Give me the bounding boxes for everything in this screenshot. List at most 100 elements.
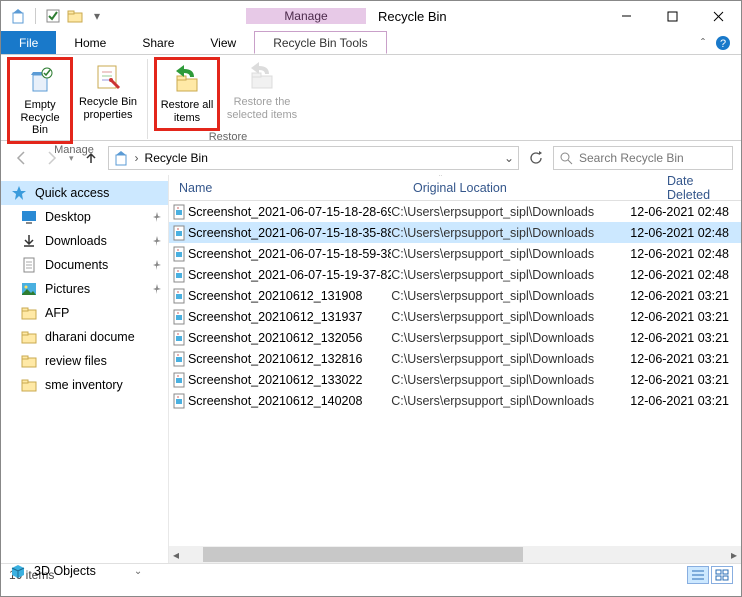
restore-all-items-button[interactable]: Restore all items	[154, 57, 220, 131]
sidebar-scroll-down-icon[interactable]: ⌄	[134, 566, 142, 577]
sidebar-item-pictures[interactable]: Pictures	[1, 277, 168, 301]
cell-date-deleted: 12-06-2021 02:48	[630, 268, 741, 282]
image-file-icon	[171, 351, 188, 367]
sidebar-item-sme-inventory[interactable]: sme inventory	[1, 373, 168, 397]
sidebar-item-label: dharani docume	[45, 330, 135, 344]
cell-date-deleted: 12-06-2021 02:48	[630, 226, 741, 240]
scrollbar-thumb[interactable]	[203, 547, 523, 562]
empty-recycle-bin-button[interactable]: Empty Recycle Bin	[7, 57, 73, 144]
image-file-icon	[171, 309, 188, 325]
sidebar-item-review-files[interactable]: review files	[1, 349, 168, 373]
pin-icon	[152, 284, 162, 294]
help-icon[interactable]: ?	[715, 35, 731, 51]
three-d-label: 3D Objects	[34, 564, 96, 578]
large-icons-view-button[interactable]	[711, 566, 733, 584]
horizontal-scrollbar[interactable]: ◂ ▸	[169, 546, 741, 563]
sort-indicator-icon: ˆ	[439, 175, 442, 183]
folder-icon	[21, 377, 37, 393]
image-file-icon	[171, 204, 188, 220]
scroll-right-icon[interactable]: ▸	[727, 548, 741, 562]
sidebar-item-label: AFP	[45, 306, 69, 320]
sidebar-item-3d-objects[interactable]: 3D Objects ⌄	[10, 563, 142, 579]
image-file-icon	[171, 246, 188, 262]
details-view-button[interactable]	[687, 566, 709, 584]
cell-name: Screenshot_2021-06-07-15-18-28-69	[188, 205, 391, 219]
tab-home[interactable]: Home	[56, 31, 124, 54]
qat-folder-icon[interactable]	[66, 7, 84, 25]
table-row[interactable]: Screenshot_20210612_133022C:\Users\erpsu…	[169, 369, 741, 390]
close-button[interactable]	[695, 1, 741, 31]
table-row[interactable]: Screenshot_20210612_132816C:\Users\erpsu…	[169, 348, 741, 369]
picture-icon	[21, 281, 37, 297]
breadcrumb-sep-icon[interactable]: ›	[135, 151, 139, 165]
cell-original-location: C:\Users\erpsupport_sipl\Downloads	[391, 310, 630, 324]
column-header-row[interactable]: Name ˆ Original Location Date Deleted	[169, 175, 741, 201]
restore-selected-icon	[246, 61, 278, 93]
cell-date-deleted: 12-06-2021 03:21	[630, 310, 741, 324]
folder-icon	[21, 305, 37, 321]
cell-original-location: C:\Users\erpsupport_sipl\Downloads	[391, 205, 630, 219]
nav-back-button[interactable]	[9, 145, 35, 171]
ribbon-collapse-icon[interactable]: ˆ	[701, 36, 705, 50]
navigation-pane[interactable]: Quick access Desktop Downloads DocumentsPi…	[1, 175, 169, 563]
maximize-button[interactable]	[649, 1, 695, 31]
empty-bin-label: Empty Recycle Bin	[12, 99, 68, 137]
sidebar-item-label: review files	[45, 354, 107, 368]
cell-name: Screenshot_2021-06-07-15-18-59-38	[188, 247, 391, 261]
desktop-icon	[21, 209, 37, 225]
sidebar-item-downloads[interactable]: Downloads	[1, 229, 168, 253]
image-file-icon	[171, 372, 188, 388]
nav-forward-button[interactable]	[39, 145, 65, 171]
search-input[interactable]: Search Recycle Bin	[553, 146, 733, 170]
cell-date-deleted: 12-06-2021 03:21	[630, 394, 741, 408]
cell-original-location: C:\Users\erpsupport_sipl\Downloads	[391, 247, 630, 261]
table-row[interactable]: Screenshot_20210612_140208C:\Users\erpsu…	[169, 390, 741, 411]
cell-original-location: C:\Users\erpsupport_sipl\Downloads	[391, 226, 630, 240]
table-row[interactable]: Screenshot_2021-06-07-15-19-37-82C:\User…	[169, 264, 741, 285]
table-row[interactable]: Screenshot_20210612_131908C:\Users\erpsu…	[169, 285, 741, 306]
file-list[interactable]: Screenshot_2021-06-07-15-18-28-69C:\User…	[169, 201, 741, 546]
table-row[interactable]: Screenshot_2021-06-07-15-18-59-38C:\User…	[169, 243, 741, 264]
address-bar[interactable]: › Recycle Bin ⌄	[108, 146, 519, 170]
refresh-button[interactable]	[523, 146, 549, 170]
nav-history-dropdown[interactable]: ▾	[69, 153, 74, 164]
recycle-bin-properties-button[interactable]: Recycle Bin properties	[75, 57, 141, 144]
sidebar-item-afp[interactable]: AFP	[1, 301, 168, 325]
sidebar-item-dharani-docume[interactable]: dharani docume	[1, 325, 168, 349]
breadcrumb[interactable]: Recycle Bin	[145, 151, 208, 165]
address-dropdown-icon[interactable]: ⌄	[504, 151, 514, 165]
window-title: Recycle Bin	[378, 9, 447, 24]
column-name[interactable]: Name	[169, 181, 403, 195]
cell-original-location: C:\Users\erpsupport_sipl\Downloads	[391, 289, 630, 303]
table-row[interactable]: Screenshot_2021-06-07-15-18-35-88C:\User…	[169, 222, 741, 243]
tab-recycle-bin-tools[interactable]: Recycle Bin Tools	[254, 31, 387, 54]
nav-up-button[interactable]	[78, 145, 104, 171]
table-row[interactable]: Screenshot_2021-06-07-15-18-28-69C:\User…	[169, 201, 741, 222]
scroll-left-icon[interactable]: ◂	[169, 548, 183, 562]
qat-checkbox-icon[interactable]	[44, 7, 62, 25]
cell-name: Screenshot_20210612_131908	[188, 289, 391, 303]
document-icon	[21, 257, 37, 273]
qat-dropdown-icon[interactable]: ▾	[88, 7, 106, 25]
table-row[interactable]: Screenshot_20210612_132056C:\Users\erpsu…	[169, 327, 741, 348]
ribbon-group-restore: Restore	[209, 131, 248, 145]
recycle-bin-icon[interactable]	[9, 7, 27, 25]
image-file-icon	[171, 393, 188, 409]
tab-view[interactable]: View	[192, 31, 254, 54]
cell-name: Screenshot_20210612_132056	[188, 331, 391, 345]
sidebar-item-documents[interactable]: Documents	[1, 253, 168, 277]
column-date-deleted[interactable]: Date Deleted	[657, 175, 741, 202]
restore-selected-label: Restore the selected items	[224, 96, 300, 121]
tab-share[interactable]: Share	[124, 31, 192, 54]
table-row[interactable]: Screenshot_20210612_131937C:\Users\erpsu…	[169, 306, 741, 327]
tab-file[interactable]: File	[1, 31, 56, 54]
sidebar-item-label: Downloads	[45, 234, 107, 248]
restore-all-label: Restore all items	[159, 99, 215, 124]
svg-text:?: ?	[720, 38, 726, 50]
cell-date-deleted: 12-06-2021 03:21	[630, 331, 741, 345]
sidebar-item-quick-access[interactable]: Quick access	[1, 181, 168, 205]
pin-icon	[152, 260, 162, 270]
sidebar-item-desktop[interactable]: Desktop	[1, 205, 168, 229]
minimize-button[interactable]	[603, 1, 649, 31]
cell-name: Screenshot_20210612_131937	[188, 310, 391, 324]
